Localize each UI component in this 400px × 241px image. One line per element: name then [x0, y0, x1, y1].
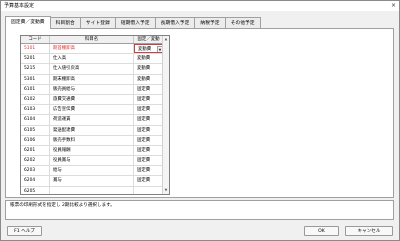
- table-row[interactable]: 5201 仕入高 変動費: [21, 54, 169, 65]
- cell-type-text: 固定費: [137, 178, 151, 184]
- header-name: 科目名: [50, 36, 134, 43]
- cell-type: 固定費: [134, 135, 164, 145]
- scroll-down-icon[interactable]: ▼: [163, 187, 169, 194]
- cell-type: 変動費: [134, 74, 164, 84]
- table-row[interactable]: 6105 発送配達費 固定費: [21, 125, 169, 136]
- cell-type-text: 固定費: [137, 147, 151, 153]
- vertical-scrollbar[interactable]: ▲ ▼: [162, 36, 169, 194]
- cell-name: 広告宣伝費: [50, 105, 134, 115]
- grid-body: 5101 期首棚卸高 変動費 ▼ 5201 仕入高 変動費 5215 仕入値引戻高 変動費 5301…: [21, 44, 169, 194]
- note-box: 帳票の印刷形式を指定し 2期比較より選択します。: [5, 200, 394, 220]
- table-row[interactable]: 6106 販売手数料 固定費: [21, 135, 169, 146]
- cell-type: 変動費: [134, 54, 164, 64]
- cell-type-text: 固定費: [137, 107, 151, 113]
- table-row[interactable]: 6102 旅費交通費 固定費: [21, 94, 169, 106]
- cell-type: 固定費: [134, 125, 164, 135]
- cell-name: 賞与: [50, 176, 134, 186]
- cell-name: 仕入値引戻高: [50, 64, 134, 74]
- grid-header: コード 科目名 固定／変動: [21, 36, 169, 44]
- ok-button[interactable]: OK: [304, 226, 339, 236]
- table-row[interactable]: 5301 期末棚卸高 変動費: [21, 74, 169, 85]
- cell-name: 仕入高: [50, 54, 134, 64]
- cell-code: 5301: [21, 74, 50, 84]
- table-row[interactable]: 6205: [21, 186, 169, 194]
- header-type: 固定／変動: [134, 36, 164, 43]
- cell-name: 給与: [50, 166, 134, 176]
- cell-name: 発送配達費: [50, 125, 134, 135]
- cell-code: 6104: [21, 115, 50, 125]
- cell-code: 6201: [21, 145, 50, 156]
- cell-type-text: 変動費: [137, 76, 151, 82]
- cell-code: 6203: [21, 166, 50, 176]
- cell-type: 固定費: [134, 166, 164, 176]
- cell-name: [50, 186, 134, 194]
- cell-code: 6205: [21, 186, 50, 194]
- type-dropdown[interactable]: 変動費 ▼: [134, 44, 164, 54]
- cell-type-text: 固定費: [137, 137, 151, 143]
- cancel-button[interactable]: キャンセル: [345, 226, 393, 236]
- cell-code: 5215: [21, 64, 50, 74]
- tab-fixed-variable[interactable]: 固定費／変動費: [5, 16, 51, 29]
- cell-name: 販売員給与: [50, 84, 134, 94]
- table-row[interactable]: 6103 広告宣伝費 固定費: [21, 105, 169, 116]
- cell-type: [134, 186, 164, 194]
- tab-panel: コード 科目名 固定／変動 5101 期首棚卸高 変動費 ▼ 5201 仕入高 変動費 521…: [5, 28, 394, 198]
- cell-code: 6105: [21, 125, 50, 135]
- table-row[interactable]: 6101 販売員給与 固定費: [21, 84, 169, 95]
- cell-type: 変動費: [134, 64, 164, 74]
- help-button[interactable]: F1 ヘルプ: [7, 226, 42, 236]
- account-grid: コード 科目名 固定／変動 5101 期首棚卸高 変動費 ▼ 5201 仕入高 変動費 521…: [20, 35, 170, 195]
- table-row[interactable]: 6202 役員賞与 固定費: [21, 156, 169, 167]
- scroll-up-icon[interactable]: ▲: [163, 36, 169, 43]
- cell-type-text: 固定費: [137, 96, 151, 102]
- cell-type-text: 固定費: [137, 86, 151, 92]
- table-row[interactable]: 6201 役員報酬 固定費: [21, 145, 169, 157]
- cell-name: 旅費交通費: [50, 94, 134, 105]
- cell-type-text: 変動費: [137, 56, 151, 62]
- cell-code: 6102: [21, 94, 50, 105]
- cell-type-text: 変動費: [138, 47, 152, 52]
- cell-name: 役員賞与: [50, 156, 134, 166]
- cell-name: 販売手数料: [50, 135, 134, 145]
- cell-code: 6204: [21, 176, 50, 186]
- cell-type-text: 固定費: [137, 168, 151, 174]
- cell-type-text: 固定費: [137, 117, 151, 123]
- cell-type: 固定費: [134, 84, 164, 94]
- cell-code: 6103: [21, 105, 50, 115]
- table-row[interactable]: 5101 期首棚卸高 変動費 ▼: [21, 44, 169, 55]
- table-row[interactable]: 6204 賞与 固定費: [21, 176, 169, 187]
- cell-name: 期首棚卸高: [50, 44, 134, 54]
- cell-code: 6202: [21, 156, 50, 166]
- cell-code: 6106: [21, 135, 50, 145]
- cell-type: 固定費: [134, 176, 164, 186]
- cell-type: 固定費: [134, 115, 164, 125]
- cell-type-text: 固定費: [137, 127, 151, 133]
- cell-name: 期末棚卸高: [50, 74, 134, 84]
- cell-code: 6101: [21, 84, 50, 94]
- dialog-window: 予算基本設定 × 固定費／変動費 科目割合 サイト登録 短期借入予定 長期借入予…: [0, 0, 400, 241]
- header-code: コード: [21, 36, 50, 43]
- cell-code: 5101: [21, 44, 50, 54]
- cell-type-text: 変動費: [137, 66, 151, 72]
- table-row[interactable]: 6104 荷造運賃 固定費: [21, 115, 169, 126]
- cell-type: 固定費: [134, 94, 164, 105]
- table-row[interactable]: 5215 仕入値引戻高 変動費: [21, 64, 169, 75]
- close-icon[interactable]: ×: [391, 1, 396, 11]
- cell-code: 5201: [21, 54, 50, 64]
- cell-type: 固定費: [134, 145, 164, 156]
- cell-name: 荷造運賃: [50, 115, 134, 125]
- window-title: 予算基本設定: [4, 3, 35, 9]
- title-bar: 予算基本設定 ×: [1, 1, 399, 11]
- cell-type-text: 固定費: [137, 158, 151, 164]
- cell-type: 固定費: [134, 156, 164, 166]
- table-row[interactable]: 6203 給与 固定費: [21, 166, 169, 177]
- cell-type: 固定費: [134, 105, 164, 115]
- cell-name: 役員報酬: [50, 145, 134, 156]
